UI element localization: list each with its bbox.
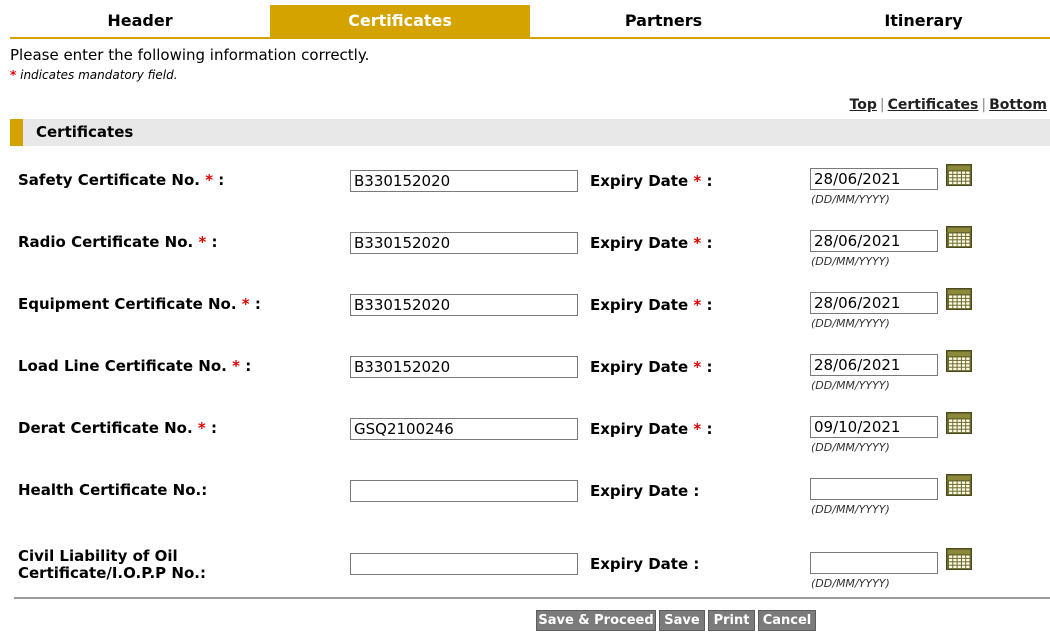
expiry-date-label: Expiry Date : [590,555,700,573]
required-star: * [205,171,214,189]
certificate-label-text: Safety Certificate No. [18,171,200,189]
expiry-date-input[interactable] [810,168,938,190]
certificate-number-input[interactable] [350,294,578,316]
certificate-number-input[interactable] [350,553,578,575]
required-star: * [232,357,240,375]
intro-text: Please enter the following information c… [10,46,370,64]
mandatory-note-text: indicates mandatory field. [20,68,178,82]
date-format-hint: (DD/MM/YYYY) [811,379,890,392]
certificate-label-text-line2: Certificate/I.O.P.P No.: [18,564,206,582]
required-star: * [693,420,702,438]
expiry-date-label: Expiry Date * : [590,358,713,376]
certificate-number-input[interactable] [350,170,578,192]
link-separator: | [879,97,885,113]
expiry-date-label-text: Expiry Date [590,420,689,438]
certificate-label-text: Health Certificate No.: [18,481,208,499]
expiry-date-label: Expiry Date * : [590,420,713,438]
required-star: * [693,358,702,376]
date-format-hint: (DD/MM/YYYY) [811,441,890,454]
certificate-row: Health Certificate No.: Expiry Date : (DD/… [0,470,1050,520]
expiry-date-input[interactable] [810,552,938,574]
print-button[interactable]: Print [708,610,755,631]
calendar-icon[interactable] [946,548,972,570]
save-proceed-button[interactable]: Save & Proceed [536,610,656,631]
required-star: * [241,295,250,313]
certificate-label: Derat Certificate No. * : [18,419,218,437]
date-format-hint: (DD/MM/YYYY) [811,503,890,516]
tab-partners[interactable]: Partners [530,5,797,37]
certificate-row: Load Line Certificate No. * : Expiry Date… [0,346,1050,396]
expiry-date-input[interactable] [810,230,938,252]
expiry-date-input[interactable] [810,292,938,314]
expiry-date-label: Expiry Date * : [590,172,713,190]
expiry-date-label-text: Expiry Date [590,555,689,573]
certificate-row: Derat Certificate No. * : Expiry Date * :… [0,408,1050,458]
link-separator: | [981,97,987,113]
section-header: Certificates [10,119,1050,146]
link-certificates[interactable]: Certificates [888,97,979,113]
date-format-hint: (DD/MM/YYYY) [811,577,890,590]
section-accent-bar [10,119,23,146]
certificate-row: Equipment Certificate No. * : Expiry Date… [0,284,1050,334]
expiry-date-label-text: Expiry Date [590,234,689,252]
required-star: * [693,296,702,314]
form-divider [14,597,1050,599]
required-star: * [693,172,702,190]
calendar-icon[interactable] [946,164,972,186]
certificate-row: Radio Certificate No. * : Expiry Date * :… [0,222,1050,272]
required-star: * [197,419,206,437]
certificate-label-text: Civil Liability of Oil [18,547,178,565]
certificate-label: Load Line Certificate No. * : [18,357,252,375]
expiry-date-label: Expiry Date * : [590,234,713,252]
date-format-hint: (DD/MM/YYYY) [811,317,890,330]
certificate-number-input[interactable] [350,418,578,440]
tab-certificates[interactable]: Certificates [270,5,530,37]
certificate-label: Equipment Certificate No. * : [18,295,261,313]
expiry-date-input[interactable] [810,354,938,376]
section-title: Certificates [36,123,134,141]
certificate-label-text: Derat Certificate No. [18,419,193,437]
cancel-button[interactable]: Cancel [758,610,816,631]
required-star: * [198,233,207,251]
link-top[interactable]: Top [850,97,877,113]
certificate-row: Safety Certificate No. * : Expiry Date * … [0,160,1050,210]
certificate-label-text: Equipment Certificate No. [18,295,237,313]
expiry-date-label-text: Expiry Date [590,358,689,376]
page-anchor-links: Top | Certificates | Bottom [850,97,1047,113]
expiry-date-label: Expiry Date * : [590,296,713,314]
required-star: * [693,234,702,252]
calendar-icon[interactable] [946,226,972,248]
expiry-date-label-text: Expiry Date [590,296,689,314]
date-format-hint: (DD/MM/YYYY) [811,255,890,268]
expiry-date-label-text: Expiry Date [590,172,689,190]
expiry-date-input[interactable] [810,416,938,438]
certificate-number-input[interactable] [350,232,578,254]
tab-itinerary[interactable]: Itinerary [797,5,1050,37]
expiry-date-input[interactable] [810,478,938,500]
certificate-label-text: Load Line Certificate No. [18,357,227,375]
certificate-label: Civil Liability of Oil Certificate/I.O.P.… [18,548,206,582]
date-format-hint: (DD/MM/YYYY) [811,193,890,206]
calendar-icon[interactable] [946,412,972,434]
tab-bar: Header Certificates Partners Itinerary [10,5,1050,39]
certificate-label-text: Radio Certificate No. [18,233,194,251]
calendar-icon[interactable] [946,350,972,372]
link-bottom[interactable]: Bottom [989,97,1047,113]
certificate-label: Health Certificate No.: [18,482,207,499]
certificate-number-input[interactable] [350,356,578,378]
expiry-date-label-text: Expiry Date [590,482,689,500]
mandatory-note: * indicates mandatory field. [10,68,178,82]
expiry-date-label: Expiry Date : [590,482,700,500]
save-button[interactable]: Save [659,610,705,631]
calendar-icon[interactable] [946,288,972,310]
certificate-label: Radio Certificate No. * : [18,233,218,251]
certificate-row: Civil Liability of Oil Certificate/I.O.P.… [0,532,1050,590]
mandatory-star: * [10,68,17,82]
tab-header[interactable]: Header [10,5,270,37]
certificate-label: Safety Certificate No. * : [18,171,225,189]
certificate-number-input[interactable] [350,480,578,502]
calendar-icon[interactable] [946,474,972,496]
